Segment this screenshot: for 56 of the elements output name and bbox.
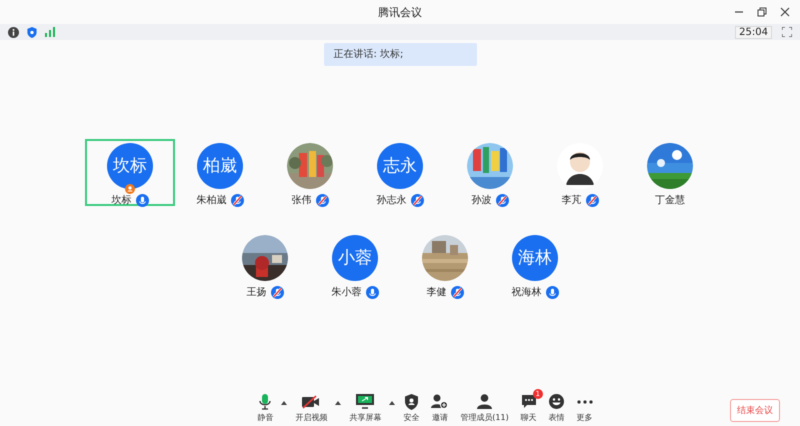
participant-tile[interactable]: 李芃 (535, 139, 625, 206)
participant-avatar: 坎标 (107, 143, 153, 189)
participant-name: 李健 (426, 286, 446, 299)
participant-name: 朱小蓉 (332, 286, 362, 299)
participant-tile[interactable]: 张伟 (265, 139, 355, 206)
shield-icon (404, 394, 418, 410)
participant-name: 孙波 (472, 194, 492, 207)
caret-icon[interactable] (281, 401, 288, 405)
more-icon (576, 400, 593, 404)
participant-avatar: 柏崴 (197, 143, 243, 189)
participant-name: 祝海林 (512, 286, 542, 299)
participant-name: 朱柏崴 (196, 194, 226, 207)
participant-tile[interactable]: 海林 祝海林 (490, 231, 580, 298)
toolbar-button[interactable]: 邀请 (425, 393, 454, 423)
caret-icon[interactable] (389, 401, 396, 405)
smiley-icon (549, 394, 564, 409)
participant-tile[interactable]: 孙波 (445, 139, 535, 206)
speaking-banner: 正在讲话: 坎标; (324, 43, 476, 66)
toolbar-button[interactable]: 管理成员(11) (454, 393, 515, 423)
toolbar-button[interactable]: 安全 (397, 393, 426, 423)
participant-name: 张伟 (292, 194, 312, 207)
participant-tile[interactable]: 小蓉 朱小蓉 (310, 231, 400, 298)
caret-icon[interactable] (335, 401, 342, 405)
participant-avatar: 志永 (377, 143, 423, 189)
participant-name: 李芃 (562, 194, 582, 207)
participant-name: 孙志永 (376, 194, 406, 207)
close-icon[interactable] (780, 7, 790, 17)
toolbar-button[interactable]: 开启视频 (289, 393, 334, 423)
participant-tile[interactable]: 李健 (400, 231, 490, 298)
participant-name: 丁金慧 (655, 194, 685, 207)
participant-name: 坎标 (112, 194, 132, 207)
toolbar-button[interactable]: 共享屏幕 (343, 393, 388, 423)
participant-avatar: 小蓉 (332, 235, 378, 281)
participant-tile[interactable]: 坎标 坎标 (85, 139, 175, 206)
microphone-icon (259, 394, 272, 410)
user-icon (476, 394, 492, 409)
chat-icon (520, 394, 537, 409)
toolbar-button[interactable]: 表情 (542, 393, 571, 423)
end-meeting-button[interactable]: 结束会议 (730, 399, 780, 422)
participant-name: 王扬 (246, 286, 266, 299)
add-user-icon (431, 394, 448, 409)
window-title: 腾讯会议 (378, 4, 422, 20)
participant-avatar: 海林 (512, 235, 558, 281)
shield-icon[interactable] (27, 26, 37, 38)
info-icon[interactable] (8, 26, 19, 38)
toolbar-button[interactable]: 更多 (570, 393, 599, 423)
fullscreen-icon[interactable] (782, 27, 792, 37)
screen-share-icon (356, 394, 374, 409)
participant-tile[interactable]: 柏崴 朱柏崴 (175, 139, 265, 206)
participant-tile[interactable]: 丁金慧 (625, 139, 715, 206)
video-off-icon (302, 394, 320, 408)
participant-tile[interactable]: 王扬 (220, 231, 310, 298)
meeting-timer: 25:04 (735, 26, 772, 38)
restore-icon[interactable] (757, 7, 767, 17)
participant-tile[interactable]: 志永 孙志永 (355, 139, 445, 206)
toolbar-button[interactable]: 静音 (251, 393, 280, 423)
